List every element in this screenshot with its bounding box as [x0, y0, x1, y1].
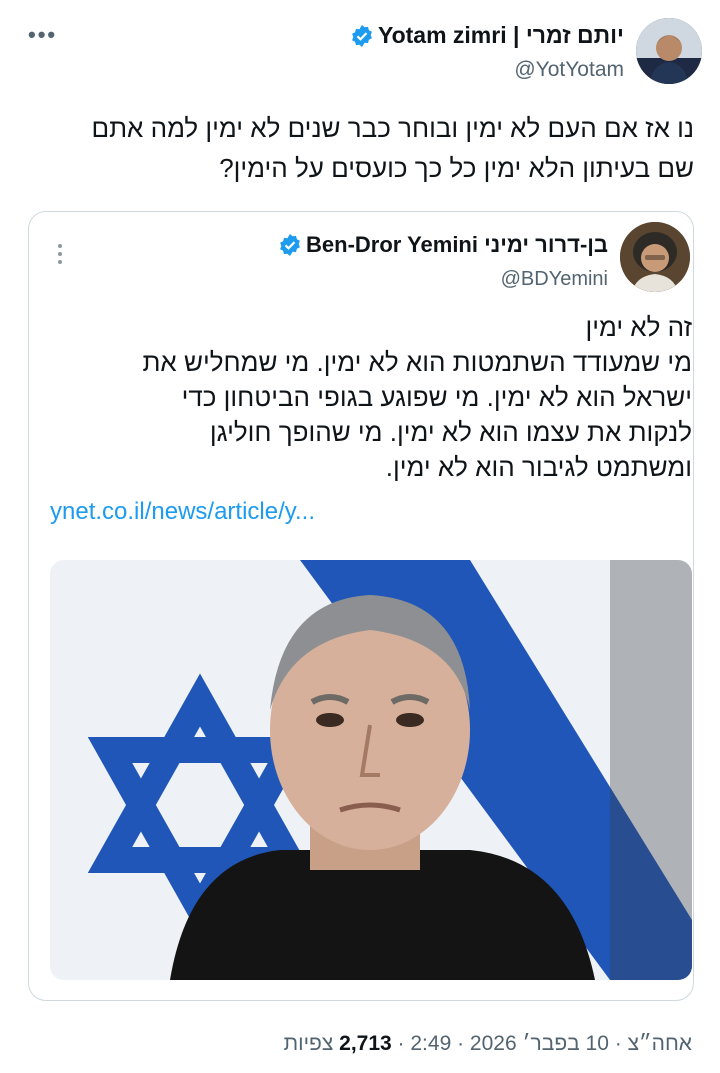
quoted-author-avatar[interactable] — [620, 222, 690, 292]
quoted-author-name[interactable]: Ben-Dror Yemini בן-דרור ימיני — [306, 232, 608, 258]
quoted-text-line: לנקות את עצמו הוא לא ימין. מי שהופך חולי… — [209, 417, 692, 447]
quoted-author-name-row[interactable]: Ben-Dror Yemini בן-דרור ימיני — [274, 232, 608, 258]
tweet-text-line: נו אז אם העם לא ימין ובוחר כבר שנים לא י… — [91, 113, 694, 143]
tweet-timestamp[interactable]: אחה״צ · 10 בפבר׳ 2026 · 2:49 — [410, 1032, 692, 1055]
quoted-text-line: ישראל הוא לא ימין. מי שפוגע בגופי הביטחו… — [181, 382, 692, 412]
tweet-text: נו אז אם העם לא ימין ובוחר כבר שנים לא י… — [24, 108, 694, 188]
quoted-tweet-text: זה לא ימין מי שמעודד השתמטות הוא לא ימין… — [32, 310, 692, 485]
more-options-icon[interactable]: ••• — [28, 22, 57, 48]
quoted-text-line: מי שמעודד השתמטות הוא לא ימין. מי שמחליש… — [142, 347, 692, 377]
verified-badge-icon — [280, 234, 300, 256]
quoted-text-line: זה לא ימין — [585, 312, 692, 342]
views-label: צפיות — [283, 1032, 334, 1055]
author-avatar[interactable] — [636, 18, 702, 84]
author-name-row[interactable]: Yotam zimri | יותם זמרי — [346, 22, 624, 49]
quoted-text-line: ומשתמט לגיבור הוא לא ימין. — [385, 452, 692, 482]
article-link[interactable]: ynet.co.il/news/article/y... — [50, 498, 315, 526]
view-count: 2,713 — [339, 1032, 392, 1055]
author-handle[interactable]: @YotYotam — [514, 58, 624, 82]
tweet-meta: אחה״צ · 10 בפבר׳ 2026 · 2:49 · 2,713 צפי… — [283, 1032, 692, 1055]
tweet-text-line: שם בעיתון הלא ימין כל כך כועסים על הימין… — [219, 153, 694, 183]
avatar-image — [636, 18, 702, 84]
quoted-avatar-image — [620, 222, 690, 292]
quoted-author-handle[interactable]: @BDYemini — [501, 268, 608, 291]
attached-photo[interactable] — [50, 560, 692, 980]
author-name[interactable]: Yotam zimri | יותם זמרי — [378, 22, 624, 49]
photo-image — [50, 560, 692, 980]
more-vertical-icon[interactable] — [58, 240, 62, 268]
verified-badge-icon — [352, 24, 372, 47]
